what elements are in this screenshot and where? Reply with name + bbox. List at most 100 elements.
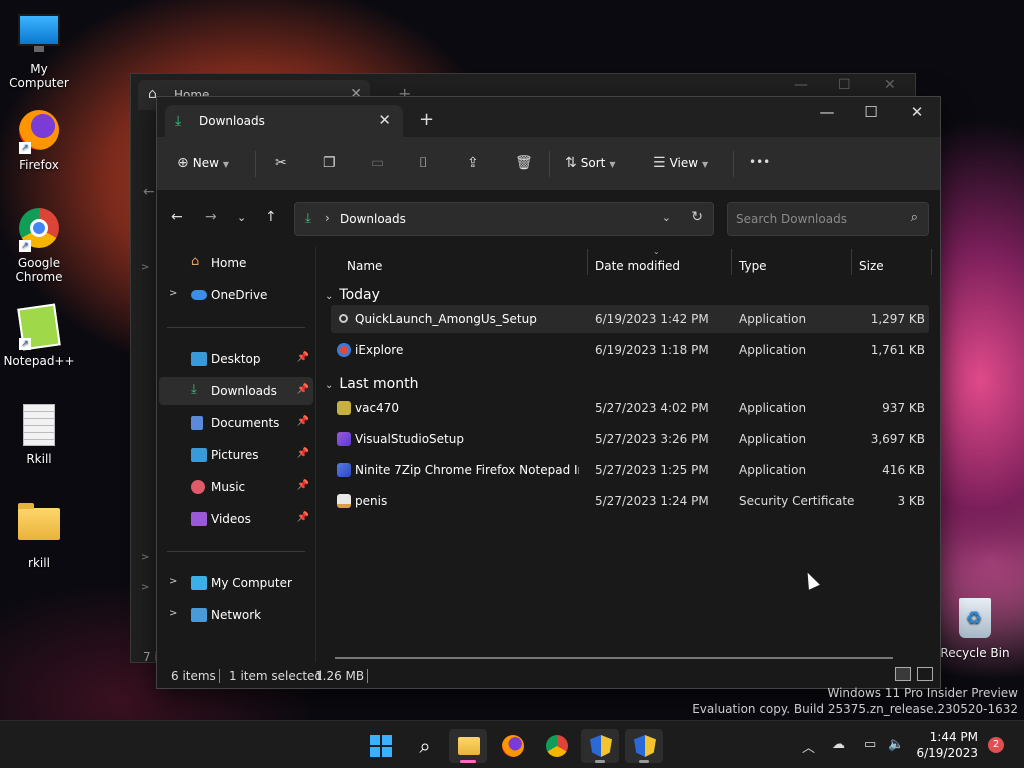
group-header-last-month[interactable]: ⌄ Last month bbox=[325, 376, 418, 392]
background-close-button[interactable]: ✕ bbox=[884, 77, 896, 93]
selection-count: 1 item selected bbox=[229, 669, 323, 683]
sidebar-item-downloads[interactable]: ⤓ Downloads 📌 bbox=[159, 377, 313, 405]
column-header-date[interactable]: Date modified bbox=[595, 259, 680, 273]
taskbar-file-explorer[interactable] bbox=[449, 729, 487, 763]
sidebar-item-music[interactable]: Music 📌 bbox=[159, 473, 313, 501]
clock-date: 6/19/2023 bbox=[916, 746, 978, 760]
desktop-icon-chrome[interactable]: ↗ Google Chrome bbox=[1, 206, 77, 284]
network-icon[interactable]: ▭ bbox=[864, 737, 876, 752]
more-options-button[interactable]: ••• bbox=[749, 155, 770, 169]
pin-icon[interactable]: 📌 bbox=[297, 512, 309, 523]
tiles-view-button[interactable] bbox=[917, 667, 933, 681]
show-hidden-icons-button[interactable]: ︿ bbox=[802, 737, 815, 756]
table-row[interactable]: Ninite 7Zip Chrome Firefox Notepad Inst.… bbox=[331, 456, 929, 484]
close-tab-icon[interactable]: ✕ bbox=[378, 111, 391, 129]
notification-badge[interactable]: 2 bbox=[988, 737, 1004, 753]
search-box[interactable]: Search Downloads ⌕ bbox=[727, 202, 929, 236]
desktop-icon-firefox[interactable]: ↗ Firefox bbox=[1, 108, 77, 172]
pin-icon[interactable]: 📌 bbox=[297, 384, 309, 395]
desktop-icon-recycle-bin[interactable]: Recycle Bin bbox=[937, 598, 1013, 660]
pin-icon[interactable]: 📌 bbox=[297, 352, 309, 363]
details-view-button[interactable] bbox=[895, 667, 911, 681]
close-window-button[interactable]: ✕ bbox=[907, 103, 927, 121]
app-icon bbox=[337, 463, 351, 477]
clock-time: 1:44 PM bbox=[929, 730, 978, 744]
address-bar[interactable]: ⤓ › Downloads ⌄ ↻ bbox=[294, 202, 714, 236]
sort-button[interactable]: ⇅ Sort ▼ bbox=[565, 155, 616, 171]
share-button[interactable]: ⇪ bbox=[467, 155, 479, 171]
table-row[interactable]: vac470 5/27/2023 4:02 PM Application 937… bbox=[331, 394, 929, 422]
chevron-right-icon[interactable]: > bbox=[169, 288, 177, 299]
desktop-icon-label: Firefox bbox=[19, 158, 59, 172]
volume-icon[interactable]: 🔈 bbox=[888, 737, 904, 752]
chevron-right-icon[interactable]: > bbox=[169, 576, 177, 587]
delete-button[interactable]: 🗑 bbox=[515, 155, 533, 171]
table-row[interactable]: iExplore 6/19/2023 1:18 PM Application 1… bbox=[331, 336, 929, 364]
home-icon: ⌂ bbox=[191, 254, 200, 269]
desktop-icon-rkill-file[interactable]: Rkill bbox=[1, 404, 77, 466]
cloud-offline-icon[interactable]: ☁ bbox=[832, 737, 845, 752]
sidebar-item-my-computer[interactable]: > My Computer bbox=[159, 569, 313, 597]
copy-icon: ❐ bbox=[323, 155, 336, 171]
taskbar-security-app-2[interactable] bbox=[625, 729, 663, 763]
sidebar-item-onedrive[interactable]: > OneDrive bbox=[159, 281, 313, 309]
sidebar-item-home[interactable]: ⌂ Home bbox=[159, 249, 313, 277]
desktop-icon-label: Notepad++ bbox=[3, 354, 75, 368]
taskbar-search-button[interactable]: ⌕ bbox=[405, 729, 443, 763]
chrome-icon: ↗ bbox=[17, 208, 61, 252]
tab-downloads[interactable]: ⤓ Downloads ✕ bbox=[165, 105, 403, 137]
firefox-icon: ↗ bbox=[17, 110, 61, 154]
background-maximize-button[interactable]: ☐ bbox=[838, 77, 851, 93]
horizontal-scrollbar[interactable] bbox=[335, 657, 893, 659]
background-minimize-button[interactable]: — bbox=[794, 77, 808, 93]
start-button[interactable] bbox=[361, 729, 399, 763]
maximize-button[interactable]: ☐ bbox=[861, 103, 881, 121]
desktop-icon-label: My Computer bbox=[9, 62, 69, 90]
taskbar-firefox[interactable] bbox=[493, 729, 531, 763]
forward-button[interactable]: → bbox=[205, 209, 217, 225]
table-row[interactable]: penis 5/27/2023 1:24 PM Security Certifi… bbox=[331, 487, 929, 515]
pin-icon[interactable]: 📌 bbox=[297, 480, 309, 491]
taskbar-chrome[interactable] bbox=[537, 729, 575, 763]
minimize-button[interactable]: — bbox=[817, 103, 837, 121]
table-row[interactable]: QuickLaunch_AmongUs_Setup 6/19/2023 1:42… bbox=[331, 305, 929, 333]
system-clock[interactable]: 1:44 PM 6/19/2023 bbox=[916, 729, 978, 761]
sidebar-item-network[interactable]: > Network bbox=[159, 601, 313, 629]
rename-button[interactable]: ⌷ bbox=[419, 155, 427, 171]
column-header-size[interactable]: Size bbox=[859, 259, 884, 273]
column-header-type[interactable]: Type bbox=[739, 259, 767, 273]
desktop-icon-my-computer[interactable]: My Computer bbox=[1, 10, 77, 90]
chevron-down-icon: ▼ bbox=[702, 160, 709, 169]
column-header-name[interactable]: Name bbox=[347, 259, 382, 273]
recent-locations-button[interactable]: ⌄ bbox=[237, 211, 246, 224]
navigation-pane: ⌂ Home > OneDrive Desktop 📌 ⤓ Downloads … bbox=[157, 247, 317, 662]
paste-button[interactable]: ▭ bbox=[371, 155, 384, 171]
sidebar-item-videos[interactable]: Videos 📌 bbox=[159, 505, 313, 533]
chevron-right-icon[interactable]: > bbox=[169, 608, 177, 619]
new-tab-button[interactable]: + bbox=[419, 109, 434, 130]
chrome-icon bbox=[546, 735, 568, 757]
taskbar-security-app-1[interactable] bbox=[581, 729, 619, 763]
item-count: 6 items bbox=[171, 669, 216, 683]
address-dropdown-icon[interactable]: ⌄ bbox=[662, 211, 671, 224]
address-path: Downloads bbox=[340, 212, 406, 226]
sidebar-item-pictures[interactable]: Pictures 📌 bbox=[159, 441, 313, 469]
refresh-icon[interactable]: ↻ bbox=[691, 209, 703, 225]
table-row[interactable]: VisualStudioSetup 5/27/2023 3:26 PM Appl… bbox=[331, 425, 929, 453]
sidebar-item-desktop[interactable]: Desktop 📌 bbox=[159, 345, 313, 373]
desktop-icon-label: rkill bbox=[28, 556, 50, 570]
pin-icon[interactable]: 📌 bbox=[297, 448, 309, 459]
cut-button[interactable]: ✂ bbox=[275, 155, 287, 171]
pin-icon[interactable]: 📌 bbox=[297, 416, 309, 427]
copy-button[interactable]: ❐ bbox=[323, 155, 336, 171]
desktop-icon-notepadpp[interactable]: ↗ Notepad++ bbox=[1, 303, 77, 368]
up-button[interactable]: ↑ bbox=[265, 209, 277, 225]
chevron-down-icon: ▼ bbox=[222, 160, 230, 169]
view-button[interactable]: ☰ View ▼ bbox=[653, 155, 708, 171]
windows-logo-icon bbox=[370, 735, 392, 757]
desktop-icon-rkill-folder[interactable]: rkill bbox=[1, 500, 77, 570]
group-header-today[interactable]: ⌄ Today bbox=[325, 287, 380, 303]
back-button[interactable]: ← bbox=[171, 209, 183, 225]
new-button[interactable]: ⊕ New ▼ bbox=[177, 155, 229, 171]
sidebar-item-documents[interactable]: Documents 📌 bbox=[159, 409, 313, 437]
